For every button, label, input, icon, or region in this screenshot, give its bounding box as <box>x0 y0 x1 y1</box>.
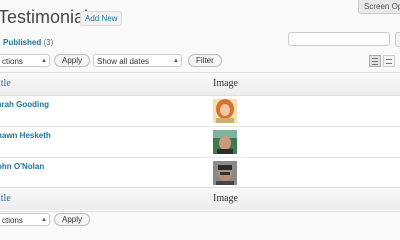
add-new-button[interactable]: Add New <box>80 11 123 26</box>
search-button[interactable] <box>395 32 400 47</box>
title-column-footer[interactable]: itle <box>0 193 11 204</box>
published-link[interactable]: Published <box>3 38 41 47</box>
table-footer: itle Image <box>0 187 400 210</box>
image-column-header: Image <box>213 78 238 89</box>
row-title-link[interactable]: hawn Hesketh <box>0 131 51 140</box>
dates-label: Show all dates <box>97 57 150 66</box>
screen-options-button[interactable]: Screen Opt <box>358 0 400 14</box>
table-header: itle Image <box>0 73 400 96</box>
image-column-footer: Image <box>213 193 238 204</box>
excerpt-view-icon[interactable] <box>383 55 395 67</box>
apply-button-bottom[interactable]: Apply <box>54 213 91 226</box>
bulk-actions-label: ctions <box>2 216 23 225</box>
status-filter: Published (3) <box>3 38 53 47</box>
table-row: hawn Hesketh <box>0 127 400 158</box>
dropdown-arrow-icon: ▲ <box>173 58 179 64</box>
avatar <box>213 130 237 154</box>
dropdown-arrow-icon: ▲ <box>41 217 47 223</box>
bulk-actions-select-bottom[interactable]: ctions ▲ <box>0 213 50 226</box>
title-column-header[interactable]: itle <box>0 78 11 89</box>
search-input[interactable] <box>288 32 390 46</box>
avatar <box>213 99 237 123</box>
list-view-icon[interactable] <box>369 55 381 67</box>
filter-button[interactable]: Filter <box>188 54 222 67</box>
apply-button[interactable]: Apply <box>54 54 91 67</box>
table-row: ohn O'Nolan <box>0 158 400 189</box>
table-row: arah Gooding <box>0 96 400 127</box>
row-title-link[interactable]: ohn O'Nolan <box>0 162 44 171</box>
testimonials-table: itle Image arah Gooding hawn Hesketh ohn… <box>0 72 400 212</box>
bulk-actions-label: ctions <box>2 57 23 66</box>
avatar <box>213 161 237 185</box>
dates-select[interactable]: Show all dates ▲ <box>93 54 182 67</box>
published-count: (3) <box>43 38 54 47</box>
dropdown-arrow-icon: ▲ <box>41 58 47 64</box>
bulk-actions-select[interactable]: ctions ▲ <box>0 54 50 67</box>
row-title-link[interactable]: arah Gooding <box>0 100 49 109</box>
